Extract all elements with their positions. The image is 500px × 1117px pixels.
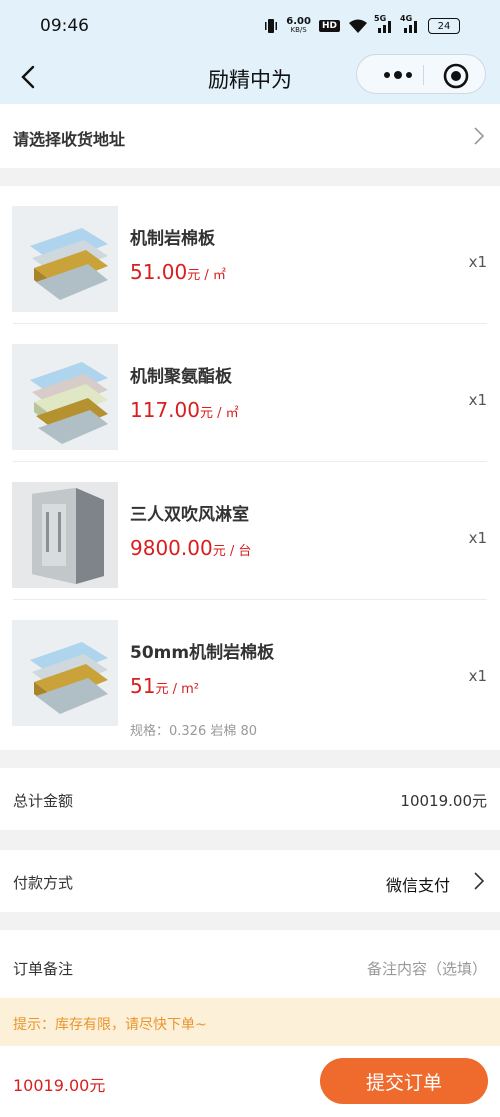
stock-tip-banner: 提示：库存有限，请尽快下单~ bbox=[0, 998, 500, 1046]
battery-icon: 24 bbox=[428, 18, 460, 34]
product-quantity: x1 bbox=[468, 667, 487, 685]
price-value: 51.00 bbox=[130, 260, 188, 284]
net-speed: 6.00 KB/S bbox=[286, 17, 311, 35]
status-bar: 09:46 6.00 KB/S HD 5G 4G 24 bbox=[0, 0, 500, 52]
address-label: 请选择收货地址 bbox=[13, 130, 126, 149]
product-name: 三人双吹风淋室 bbox=[130, 505, 249, 525]
product-image bbox=[12, 344, 118, 450]
product-list: 机制岩棉板 51.00元 / ㎡ x1 机制聚氨酯板 117.00元 / ㎡ x… bbox=[0, 186, 500, 750]
battery-level: 24 bbox=[437, 20, 451, 32]
status-time: 09:46 bbox=[40, 16, 89, 36]
price-value: 117.00 bbox=[130, 398, 200, 422]
signal-5g-label: 5G bbox=[374, 14, 387, 23]
product-item[interactable]: 机制岩棉板 51.00元 / ㎡ x1 bbox=[0, 186, 500, 324]
mini-program-capsule bbox=[356, 54, 486, 94]
product-name: 50mm机制岩棉板 bbox=[130, 643, 275, 663]
product-price: 9800.00元 / 台 bbox=[130, 536, 251, 560]
more-dots-icon bbox=[384, 71, 412, 79]
order-note-row[interactable]: 订单备注 备注内容（选填） bbox=[0, 930, 500, 998]
price-unit: 元 / m² bbox=[155, 682, 199, 697]
product-quantity: x1 bbox=[468, 529, 487, 547]
signal-4g-label: 4G bbox=[400, 14, 413, 23]
checkout-total: 10019.00元 bbox=[13, 1076, 106, 1095]
product-item[interactable]: 50mm机制岩棉板 51元 / m² 规格：0.326 岩棉 80 x1 bbox=[0, 600, 500, 750]
submit-order-button[interactable]: 提交订单 bbox=[320, 1058, 488, 1104]
net-speed-value: 6.00 bbox=[286, 16, 311, 27]
more-button[interactable] bbox=[375, 55, 421, 95]
net-speed-unit: KB/S bbox=[290, 26, 307, 34]
product-item[interactable]: 三人双吹风淋室 9800.00元 / 台 x1 bbox=[0, 462, 500, 600]
wifi-icon bbox=[348, 18, 368, 34]
product-name: 机制岩棉板 bbox=[130, 229, 215, 249]
address-selector[interactable]: 请选择收货地址 bbox=[0, 104, 500, 168]
vibrate-icon bbox=[264, 18, 278, 34]
status-icons: 6.00 KB/S HD 5G 4G 24 bbox=[264, 14, 460, 35]
product-price: 117.00元 / ㎡ bbox=[130, 398, 239, 422]
product-image bbox=[12, 206, 118, 312]
signal-4g: 4G bbox=[400, 14, 420, 34]
note-label: 订单备注 bbox=[13, 960, 74, 978]
product-spec: 规格：0.326 岩棉 80 bbox=[130, 724, 258, 739]
product-quantity: x1 bbox=[468, 253, 487, 271]
price-unit: 元 / 台 bbox=[212, 544, 252, 559]
close-button[interactable] bbox=[443, 63, 469, 89]
product-image bbox=[12, 482, 118, 588]
chevron-right-icon bbox=[474, 127, 485, 145]
signal-5g: 5G bbox=[374, 14, 394, 34]
total-row: 总计金额 10019.00元 bbox=[0, 768, 500, 830]
price-value: 51 bbox=[130, 674, 156, 698]
price-unit: 元 / ㎡ bbox=[187, 268, 226, 283]
payment-method-row[interactable]: 付款方式 微信支付 bbox=[0, 850, 500, 912]
price-value: 9800.00 bbox=[130, 536, 213, 560]
total-value: 10019.00元 bbox=[400, 792, 487, 810]
total-label: 总计金额 bbox=[13, 792, 74, 810]
product-name: 机制聚氨酯板 bbox=[130, 367, 232, 387]
payment-value: 微信支付 bbox=[385, 876, 450, 895]
nav-bar: 励精中为 bbox=[0, 52, 500, 104]
capsule-divider bbox=[423, 65, 424, 85]
product-image bbox=[12, 620, 118, 726]
note-input[interactable]: 备注内容（选填） bbox=[367, 958, 487, 979]
payment-label: 付款方式 bbox=[13, 874, 74, 892]
product-price: 51.00元 / ㎡ bbox=[130, 260, 226, 284]
checkout-bar: 10019.00元 提交订单 bbox=[0, 1046, 500, 1117]
price-unit: 元 / ㎡ bbox=[199, 406, 239, 421]
product-quantity: x1 bbox=[468, 391, 487, 409]
chevron-right-icon bbox=[474, 872, 485, 890]
product-item[interactable]: 机制聚氨酯板 117.00元 / ㎡ x1 bbox=[0, 324, 500, 462]
target-close-icon bbox=[443, 63, 469, 89]
hd-badge: HD bbox=[318, 20, 340, 32]
product-price: 51元 / m² bbox=[130, 674, 199, 698]
